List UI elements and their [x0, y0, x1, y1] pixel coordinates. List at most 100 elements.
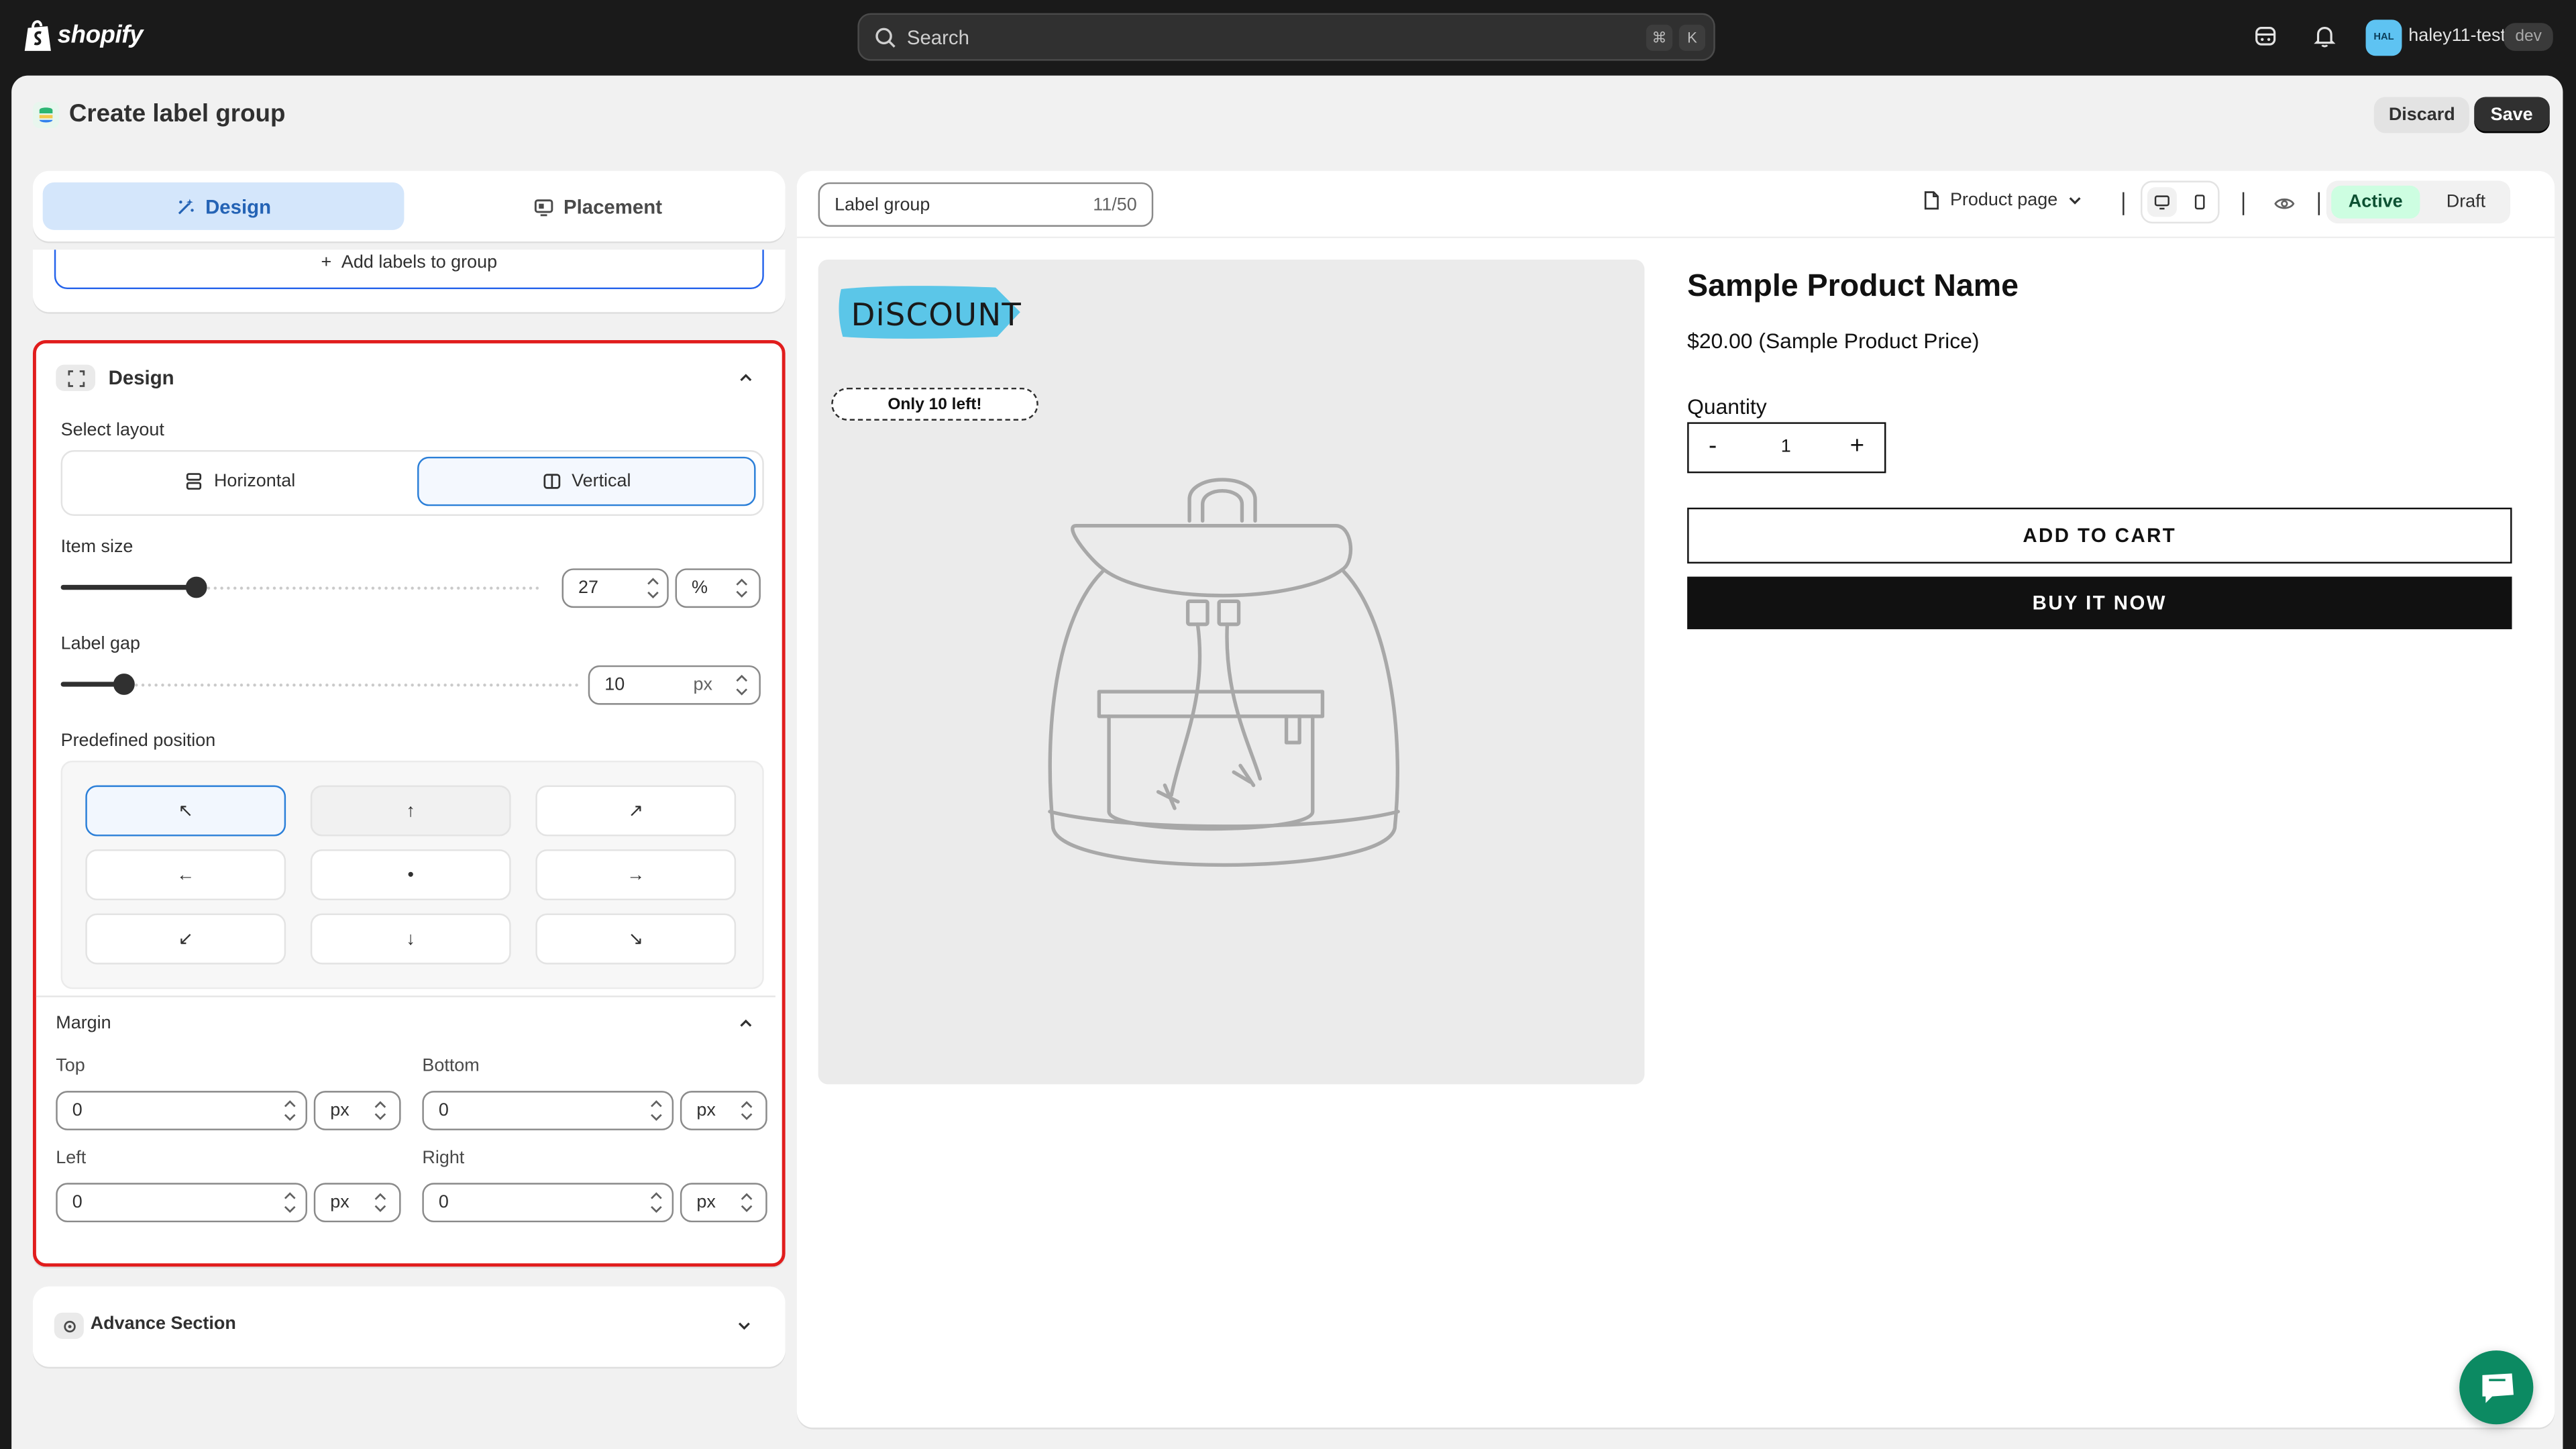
chat-support-button[interactable] [2459, 1350, 2534, 1425]
label-group-name-input[interactable]: Label group 11/50 [818, 182, 1154, 227]
layout-selector: Horizontal Vertical [60, 450, 764, 516]
position-middle-left-button[interactable]: ← [85, 849, 286, 901]
margin-right-unit-select[interactable]: px [680, 1183, 767, 1223]
magic-wand-icon [178, 198, 194, 214]
select-chevron-icon [741, 1101, 753, 1120]
stepper-icon[interactable] [282, 1189, 297, 1216]
margin-right-label: Right [422, 1148, 465, 1169]
arrow-down-left-icon: ↙ [178, 930, 194, 950]
predefined-position-label: Predefined position [60, 731, 216, 751]
stepper-icon[interactable] [649, 1189, 663, 1216]
backpack-illustration [1048, 478, 1400, 867]
status-draft-button[interactable]: Draft [2428, 186, 2504, 219]
position-top-right-button[interactable]: ↗ [535, 785, 737, 837]
margin-bottom-unit-select[interactable]: px [680, 1091, 767, 1130]
chat-icon [2481, 1373, 2513, 1403]
advance-section-title: Advance Section [90, 1314, 236, 1334]
chevron-up-icon[interactable] [736, 1014, 755, 1033]
add-labels-button[interactable]: + Add labels to group [54, 250, 764, 290]
margin-right-input[interactable]: 0 [422, 1183, 674, 1223]
margin-top-unit: px [330, 1100, 350, 1121]
page-type-select[interactable]: Product page [1922, 191, 2084, 210]
position-top-center-button[interactable]: ↑ [310, 785, 511, 837]
stepper-icon[interactable] [645, 575, 660, 601]
chevron-up-icon[interactable] [736, 368, 755, 388]
search-bar[interactable]: Search ⌘ K [857, 13, 1715, 61]
layout-horizontal-icon [186, 473, 202, 490]
avatar[interactable]: HAL [2365, 19, 2402, 56]
tab-design[interactable]: Design [42, 182, 405, 230]
design-section-title: Design [108, 366, 174, 390]
character-counter: 11/50 [1093, 195, 1137, 215]
position-bottom-left-button[interactable]: ↙ [85, 913, 286, 965]
margin-top-value: 0 [72, 1100, 83, 1121]
desktop-view-button[interactable] [2147, 187, 2177, 217]
advance-section[interactable]: Advance Section [32, 1286, 786, 1367]
label-gap-slider-track[interactable] [60, 683, 580, 687]
position-middle-right-button[interactable]: → [535, 849, 737, 901]
product-price: $20.00 (Sample Product Price) [1687, 328, 1980, 354]
shopify-logo[interactable]: shopify [23, 18, 143, 52]
shopify-wordmark: shopify [57, 21, 144, 50]
item-size-unit-select[interactable]: % [675, 568, 761, 608]
arrow-right-icon: → [627, 865, 645, 885]
position-bottom-right-button[interactable]: ↘ [535, 913, 737, 965]
label-gap-input[interactable]: 10 px [588, 665, 761, 705]
add-to-cart-button[interactable]: ADD TO CART [1687, 507, 2512, 564]
stock-label-badge[interactable]: Only 10 left! [831, 387, 1038, 421]
design-section: Design Select layout Horizontal Vertical… [32, 339, 786, 1267]
buy-now-button[interactable]: BUY IT NOW [1687, 576, 2512, 629]
stepper-icon[interactable] [735, 672, 749, 698]
search-placeholder: Search [906, 25, 969, 49]
top-bar: shopify Search ⌘ K HAL haley11-test dev [0, 0, 2576, 76]
arrow-down-right-icon: ↘ [628, 930, 644, 950]
tab-placement[interactable]: Placement [421, 182, 775, 230]
quantity-value[interactable]: 1 [1781, 437, 1791, 456]
add-labels-label: Add labels to group [341, 253, 498, 273]
mobile-view-button[interactable] [2185, 187, 2214, 217]
margin-left-value: 0 [72, 1192, 83, 1213]
store-name[interactable]: haley11-test [2408, 26, 2506, 46]
layout-vertical-button[interactable]: Vertical [417, 456, 756, 506]
page-title: Create label group [68, 100, 286, 129]
margin-top-unit-select[interactable]: px [313, 1091, 401, 1130]
margin-bottom-input[interactable]: 0 [422, 1091, 674, 1130]
margin-left-unit-select[interactable]: px [313, 1183, 401, 1223]
margin-left-input[interactable]: 0 [56, 1183, 307, 1223]
gear-icon [54, 1312, 84, 1339]
margin-left-unit: px [330, 1192, 350, 1213]
discard-button[interactable]: Discard [2373, 97, 2470, 133]
status-toggle: Active Draft [2326, 180, 2511, 224]
stepper-icon[interactable] [649, 1097, 663, 1124]
status-active-button[interactable]: Active [2331, 185, 2420, 219]
position-bottom-center-button[interactable]: ↓ [310, 913, 511, 965]
label-gap-slider-handle[interactable] [113, 674, 135, 695]
position-center-button[interactable]: • [310, 849, 511, 901]
sidekick-button[interactable] [2251, 21, 2280, 51]
quantity-increase-button[interactable]: + [1850, 432, 1864, 460]
margin-bottom-unit: px [696, 1100, 716, 1121]
save-button[interactable]: Save [2474, 97, 2550, 133]
quantity-decrease-button[interactable]: - [1709, 432, 1717, 460]
layout-horizontal-button[interactable]: Horizontal [69, 457, 411, 506]
store-badge: dev [2504, 23, 2554, 51]
frame-icon [56, 364, 96, 391]
item-size-input[interactable]: 27 [561, 568, 669, 608]
margin-top-input[interactable]: 0 [56, 1091, 307, 1130]
page-icon [1924, 191, 1939, 210]
search-icon [875, 27, 896, 47]
discount-label-badge[interactable]: DiSCOUNT [838, 282, 1022, 341]
chevron-down-icon[interactable] [735, 1316, 754, 1336]
margin-right-unit: px [696, 1192, 716, 1213]
arrow-up-left-icon: ↖ [178, 802, 194, 822]
tab-placement-label: Placement [563, 195, 662, 218]
position-top-left-button[interactable]: ↖ [85, 785, 286, 837]
stepper-icon[interactable] [282, 1097, 297, 1124]
margin-right-value: 0 [438, 1192, 449, 1213]
preview-eye-button[interactable] [2269, 189, 2298, 219]
notifications-button[interactable] [2310, 21, 2339, 51]
select-layout-label: Select layout [60, 420, 164, 441]
quantity-stepper: - 1 + [1687, 422, 1886, 474]
discount-label-text: DiSCOUNT [851, 297, 1022, 333]
item-size-slider-handle[interactable] [185, 576, 207, 598]
